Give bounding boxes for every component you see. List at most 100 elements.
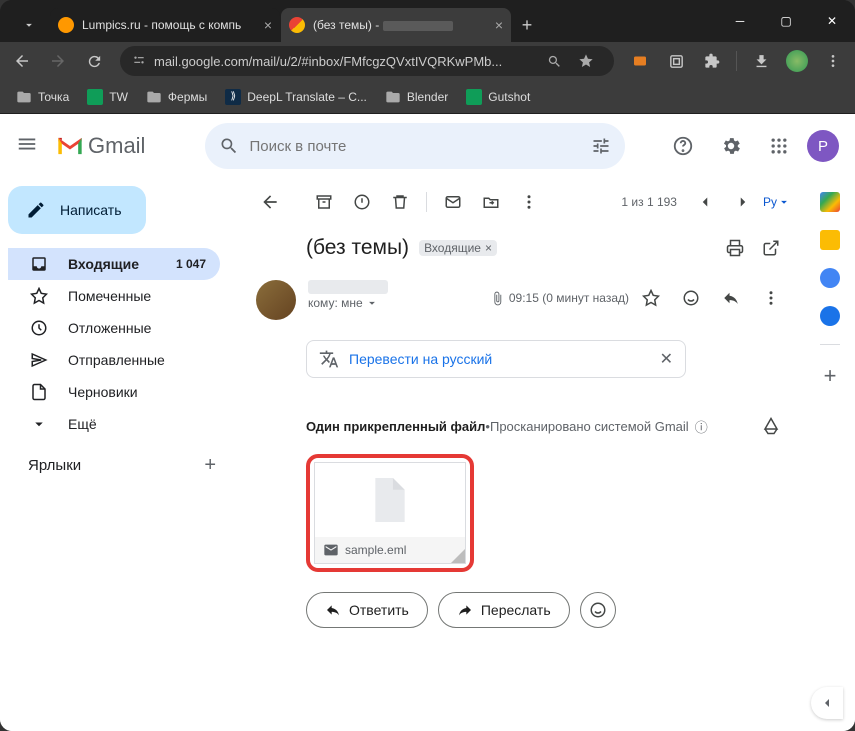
react-button[interactable] bbox=[580, 592, 616, 628]
delete-button[interactable] bbox=[382, 184, 418, 220]
profile-icon[interactable] bbox=[781, 45, 813, 77]
nav-snoozed[interactable]: Отложенные bbox=[8, 312, 220, 344]
search-icon bbox=[219, 136, 239, 156]
close-translate[interactable]: ✕ bbox=[660, 349, 673, 369]
close-icon[interactable]: × bbox=[264, 17, 272, 33]
react-message[interactable] bbox=[673, 280, 709, 316]
search-input[interactable] bbox=[249, 138, 591, 155]
nav-sent[interactable]: Отправленные bbox=[8, 344, 220, 376]
site-settings-icon[interactable] bbox=[132, 53, 146, 70]
search-url-icon[interactable] bbox=[538, 45, 570, 77]
account-avatar[interactable]: P bbox=[807, 130, 839, 162]
bookmark-item[interactable]: ⟫DeepL Translate – С... bbox=[217, 85, 375, 109]
translate-link[interactable]: Перевести на русский bbox=[349, 351, 492, 367]
nav-more[interactable]: Ещё bbox=[8, 408, 220, 440]
input-language[interactable]: Ру bbox=[763, 195, 791, 209]
menu-icon[interactable] bbox=[16, 133, 40, 160]
url-box[interactable]: mail.google.com/mail/u/2/#inbox/FMfcgzQV… bbox=[120, 46, 614, 76]
prev-message[interactable] bbox=[687, 184, 723, 220]
label-chip[interactable]: Входящие × bbox=[419, 240, 497, 256]
bookmark-item[interactable]: Фермы bbox=[138, 85, 215, 109]
sender-avatar[interactable] bbox=[256, 280, 296, 320]
inbox-icon bbox=[30, 255, 50, 273]
ext-icon-2[interactable] bbox=[660, 45, 692, 77]
tab-dropdown[interactable] bbox=[8, 8, 50, 42]
bookmark-item[interactable]: Точка bbox=[8, 85, 77, 109]
minimize-button[interactable]: ─ bbox=[717, 0, 763, 42]
message-pane: 1 из 1 193 Ру (без темы) Входящие × bbox=[238, 178, 805, 731]
attachment-card[interactable]: sample.eml bbox=[306, 454, 474, 572]
star-icon bbox=[30, 287, 50, 305]
bookmark-item[interactable]: Gutshot bbox=[458, 85, 538, 109]
new-tab-button[interactable]: + bbox=[512, 8, 542, 42]
calendar-icon[interactable] bbox=[820, 192, 840, 212]
gmail-logo[interactable]: Gmail bbox=[56, 133, 145, 159]
search-box[interactable] bbox=[205, 123, 625, 169]
browser-tab-2[interactable]: (без темы) - × bbox=[281, 8, 511, 42]
downloads-icon[interactable] bbox=[745, 45, 777, 77]
bookmark-item[interactable]: TW bbox=[79, 85, 136, 109]
show-side-panel[interactable] bbox=[811, 687, 843, 719]
send-icon bbox=[30, 351, 50, 369]
ext-icon-1[interactable] bbox=[624, 45, 656, 77]
print-button[interactable] bbox=[717, 230, 753, 266]
bookmark-star-icon[interactable] bbox=[570, 45, 602, 77]
spam-button[interactable] bbox=[344, 184, 380, 220]
reply-button[interactable]: Ответить bbox=[306, 592, 428, 628]
tune-icon[interactable] bbox=[591, 136, 611, 156]
nav-drafts[interactable]: Черновики bbox=[8, 376, 220, 408]
move-to-button[interactable] bbox=[473, 184, 509, 220]
folder-icon bbox=[385, 89, 401, 105]
draft-icon bbox=[30, 383, 50, 401]
folder-icon bbox=[16, 89, 32, 105]
forward-button[interactable] bbox=[42, 45, 74, 77]
forward-icon bbox=[457, 602, 473, 618]
file-icon bbox=[372, 478, 408, 522]
save-to-drive[interactable] bbox=[753, 408, 789, 444]
gmail-body: Написать Входящие 1 047 Помеченные Отлож… bbox=[0, 114, 855, 731]
attachment-footer: sample.eml bbox=[315, 537, 465, 563]
more-message[interactable] bbox=[753, 280, 789, 316]
sheet-icon bbox=[87, 89, 103, 105]
browser-tab-1[interactable]: Lumpics.ru - помощь с компь × bbox=[50, 8, 280, 42]
reply-quick[interactable] bbox=[713, 280, 749, 316]
nav-inbox[interactable]: Входящие 1 047 bbox=[8, 248, 220, 280]
nav-starred[interactable]: Помеченные bbox=[8, 280, 220, 312]
archive-button[interactable] bbox=[306, 184, 342, 220]
address-bar: mail.google.com/mail/u/2/#inbox/FMfcgzQV… bbox=[0, 42, 855, 80]
add-label-button[interactable]: + bbox=[204, 454, 216, 477]
open-new-window[interactable] bbox=[753, 230, 789, 266]
add-addon[interactable]: + bbox=[824, 363, 837, 389]
maximize-button[interactable]: ▢ bbox=[763, 0, 809, 42]
info-icon[interactable]: ⓘ bbox=[695, 417, 708, 436]
tab-title-1: Lumpics.ru - помощь с компь bbox=[82, 18, 256, 32]
reply-bar: Ответить Переслать bbox=[306, 592, 789, 628]
settings-icon[interactable] bbox=[711, 126, 751, 166]
compose-button[interactable]: Написать bbox=[8, 186, 146, 234]
contacts-icon[interactable] bbox=[820, 306, 840, 326]
more-actions-button[interactable] bbox=[511, 184, 547, 220]
recipient-line[interactable]: кому: мне bbox=[308, 296, 490, 310]
bookmark-item[interactable]: Blender bbox=[377, 85, 456, 109]
help-icon[interactable] bbox=[663, 126, 703, 166]
reload-button[interactable] bbox=[78, 45, 110, 77]
next-message[interactable] bbox=[725, 184, 761, 220]
forward-button[interactable]: Переслать bbox=[438, 592, 570, 628]
attachment-preview bbox=[315, 463, 465, 537]
star-message[interactable] bbox=[633, 280, 669, 316]
apps-icon[interactable] bbox=[759, 126, 799, 166]
more-icon[interactable] bbox=[817, 45, 849, 77]
tasks-icon[interactable] bbox=[820, 268, 840, 288]
extensions-icon[interactable] bbox=[696, 45, 728, 77]
back-button[interactable] bbox=[6, 45, 38, 77]
back-to-inbox[interactable] bbox=[252, 184, 288, 220]
url-text: mail.google.com/mail/u/2/#inbox/FMfcgzQV… bbox=[154, 54, 538, 69]
close-icon[interactable]: × bbox=[495, 17, 503, 33]
keep-icon[interactable] bbox=[820, 230, 840, 250]
mark-unread-button[interactable] bbox=[435, 184, 471, 220]
window-controls: ─ ▢ ✕ bbox=[717, 0, 855, 42]
gmail-page: Gmail P Написать bbox=[0, 114, 855, 731]
sheet-icon bbox=[466, 89, 482, 105]
message-meta: 09:15 (0 минут назад) bbox=[490, 280, 789, 316]
close-button[interactable]: ✕ bbox=[809, 0, 855, 42]
